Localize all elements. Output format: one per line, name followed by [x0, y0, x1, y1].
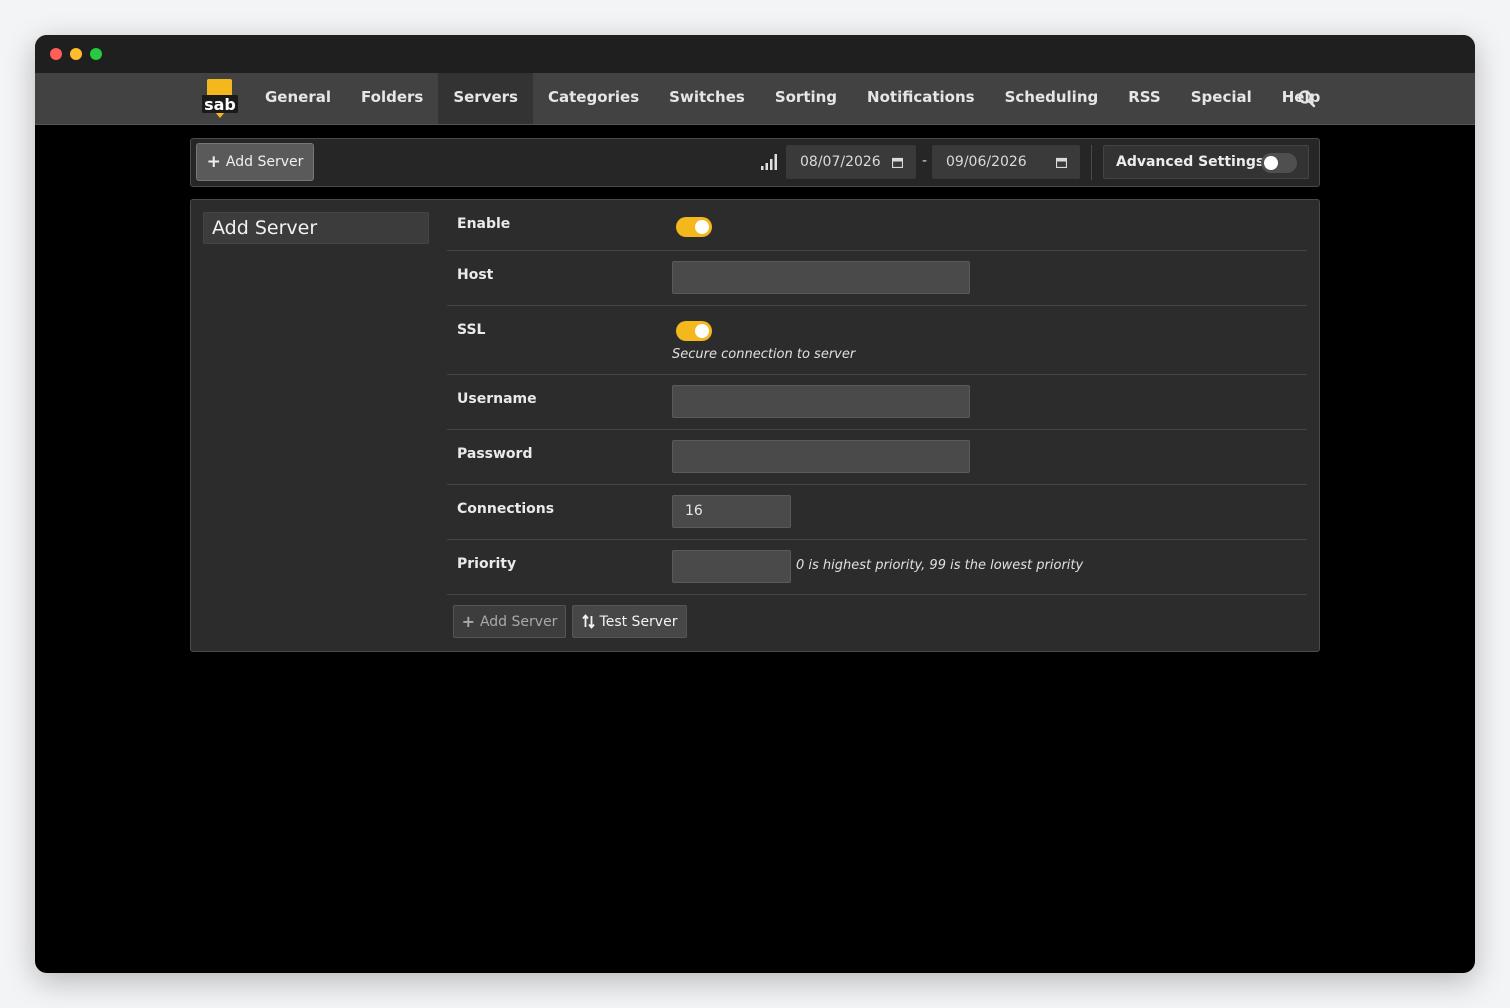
nav-item-categories[interactable]: Categories	[533, 73, 654, 124]
server-toolbar: + Add Server 08/07/2026 - 09/06/2026 Adv…	[190, 138, 1320, 187]
nav-item-servers[interactable]: Servers	[438, 73, 533, 124]
password-label: Password	[457, 446, 533, 462]
date-to-input[interactable]: 09/06/2026	[932, 145, 1080, 179]
panel-title: Add Server	[203, 212, 429, 244]
search-icon[interactable]	[1297, 89, 1317, 109]
priority-label: Priority	[457, 556, 517, 572]
app-window: sab General Folders Servers Categories Switc…	[35, 35, 1475, 973]
connections-label: Connections	[457, 501, 555, 517]
advanced-settings-toggle[interactable]	[1261, 153, 1297, 173]
toggle-knob	[1264, 156, 1278, 170]
nav-menu: General Folders Servers Categories Switches S…	[250, 73, 1335, 124]
sort-arrows-icon	[581, 614, 595, 629]
date-from-value: 08/07/2026	[800, 154, 881, 170]
date-to-value: 09/06/2026	[946, 154, 1027, 170]
toolbar-divider	[1091, 145, 1092, 180]
plus-icon: +	[461, 611, 475, 631]
plus-icon: +	[206, 151, 221, 172]
signal-bars-icon[interactable]	[760, 153, 778, 171]
host-row: Host	[447, 251, 1307, 306]
ssl-row: SSL Secure connection to server	[447, 306, 1307, 375]
nav-item-rss[interactable]: RSS	[1113, 73, 1175, 124]
ssl-label: SSL	[457, 322, 486, 338]
password-row: Password	[447, 430, 1307, 485]
priority-hint: 0 is highest priority, 99 is the lowest …	[796, 558, 1084, 573]
test-server-button[interactable]: Test Server	[572, 605, 687, 638]
date-from-input[interactable]: 08/07/2026	[786, 145, 916, 179]
nav-item-special[interactable]: Special	[1176, 73, 1267, 124]
enable-row: Enable	[447, 200, 1307, 251]
advanced-settings-control: Advanced Settings	[1103, 145, 1309, 179]
connections-row: Connections 16	[447, 485, 1307, 540]
sab-logo[interactable]: sab	[200, 78, 240, 118]
ssl-hint: Secure connection to server	[672, 347, 856, 362]
priority-input[interactable]	[672, 550, 791, 583]
title-bar	[35, 35, 1475, 73]
maximize-window-button[interactable]	[90, 48, 102, 60]
username-input[interactable]	[672, 385, 970, 418]
add-server-submit-button[interactable]: + Add Server	[453, 605, 566, 638]
priority-row: Priority 0 is highest priority, 99 is th…	[447, 540, 1307, 595]
logo-text: sab	[204, 95, 236, 114]
enable-label: Enable	[457, 216, 511, 232]
password-input[interactable]	[672, 440, 970, 473]
close-window-button[interactable]	[50, 48, 62, 60]
calendar-icon[interactable]	[1056, 157, 1067, 168]
nav-item-switches[interactable]: Switches	[654, 73, 760, 124]
ssl-toggle[interactable]	[676, 321, 712, 341]
host-label: Host	[457, 267, 494, 283]
test-server-label: Test Server	[599, 613, 678, 630]
username-label: Username	[457, 391, 537, 407]
nav-item-sorting[interactable]: Sorting	[760, 73, 852, 124]
nav-item-scheduling[interactable]: Scheduling	[990, 73, 1114, 124]
add-server-panel: Add Server Enable Host SSL Secure connec…	[190, 199, 1320, 652]
host-input[interactable]	[672, 261, 970, 294]
minimize-window-button[interactable]	[70, 48, 82, 60]
enable-toggle[interactable]	[676, 217, 712, 237]
nav-item-notifications[interactable]: Notifications	[852, 73, 990, 124]
add-server-submit-label: Add Server	[479, 613, 558, 630]
toggle-knob	[695, 220, 709, 234]
toggle-knob	[695, 324, 709, 338]
date-separator: -	[922, 153, 928, 169]
username-row: Username	[447, 375, 1307, 430]
top-navbar: sab General Folders Servers Categories Switc…	[35, 73, 1475, 125]
calendar-icon[interactable]	[892, 157, 903, 168]
nav-item-folders[interactable]: Folders	[346, 73, 438, 124]
add-server-button[interactable]: + Add Server	[196, 143, 314, 181]
advanced-settings-label: Advanced Settings	[1116, 154, 1265, 170]
nav-item-general[interactable]: General	[250, 73, 346, 124]
add-server-label: Add Server	[225, 154, 304, 170]
connections-input[interactable]: 16	[672, 495, 791, 528]
